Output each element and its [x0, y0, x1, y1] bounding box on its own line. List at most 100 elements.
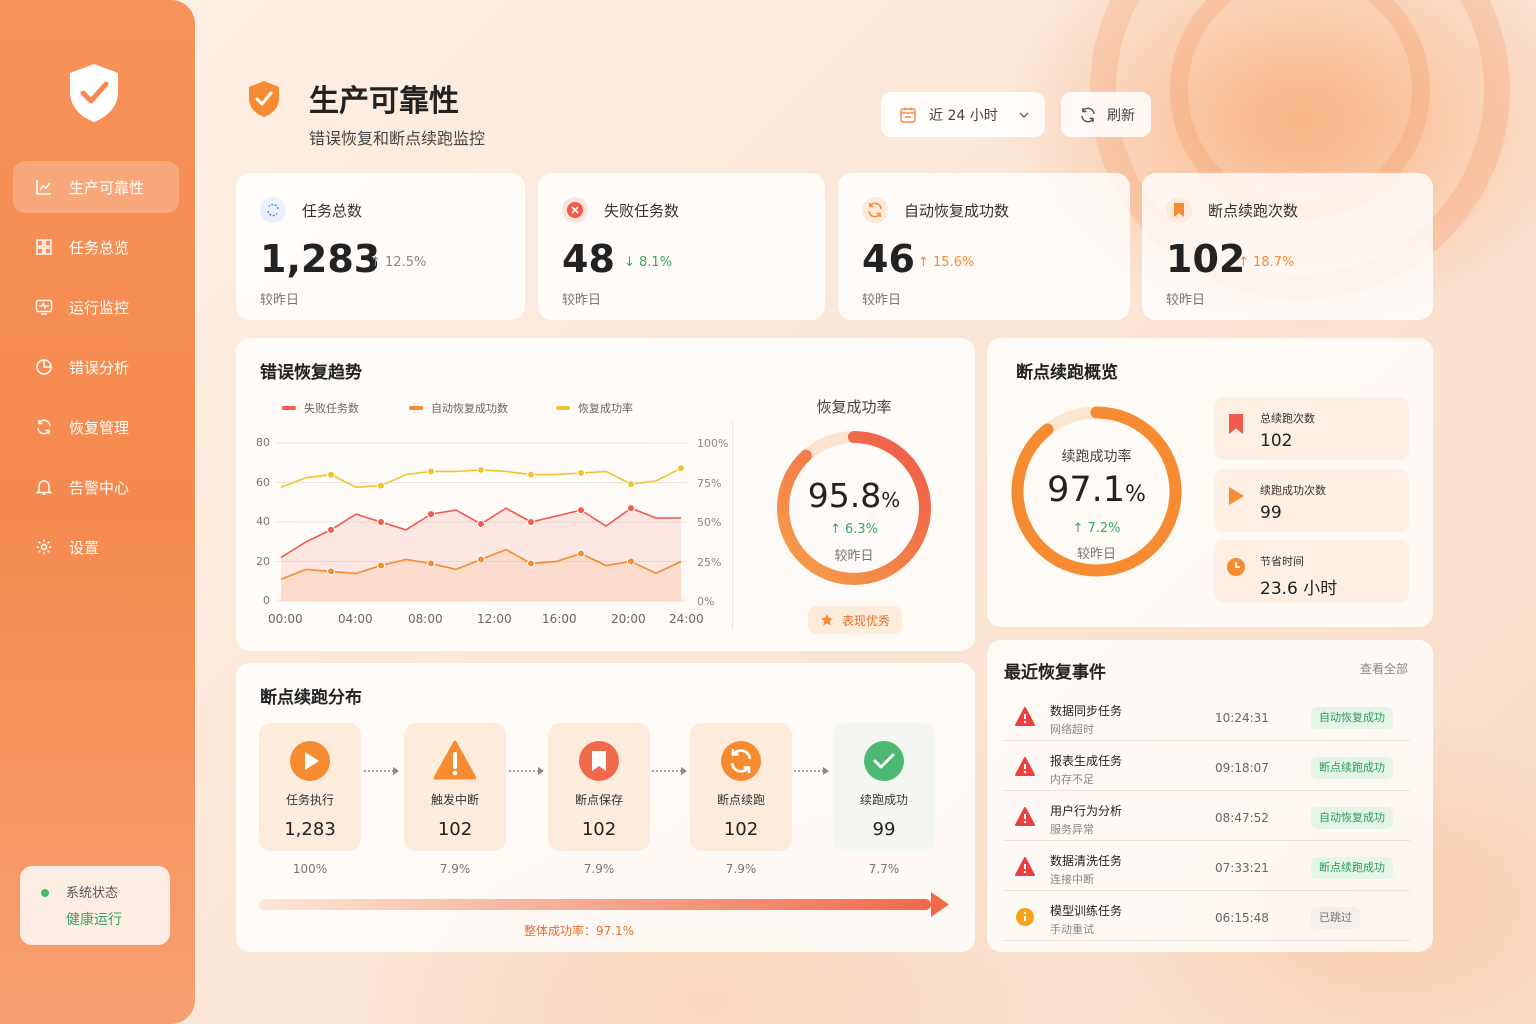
data-point[interactable]: [677, 464, 685, 473]
flow-step-pct: 100%: [292, 862, 328, 876]
data-point[interactable]: [527, 470, 535, 479]
flow-step-value: 1,283: [284, 819, 336, 840]
refresh-icon: [721, 741, 761, 781]
recovery-rate-unit: %: [881, 488, 901, 512]
event-row[interactable]: 模型训练任务 手动重试 06:15:48 已跳过: [1003, 895, 1410, 941]
event-desc: 手动重试: [1050, 923, 1094, 936]
data-point[interactable]: [577, 469, 585, 478]
performance-badge: 表现优秀: [808, 606, 902, 634]
overall-progress-arrow: [259, 892, 949, 917]
data-point[interactable]: [477, 465, 485, 474]
flow-step-label: 触发中断: [430, 793, 479, 807]
event-row[interactable]: 报表生成任务 内存不足 09:18:07 断点续跑成功: [1003, 745, 1410, 791]
event-status-badge: 断点续跑成功: [1311, 757, 1393, 779]
flow-step-pct: 7.9%: [725, 862, 757, 876]
event-desc: 内存不足: [1050, 773, 1094, 786]
flow-step-label: 断点保存: [574, 793, 623, 807]
info-icon: [1015, 907, 1035, 927]
breakpoint-item-label: 总续跑次数: [1260, 412, 1315, 425]
flow-arrow-icon: [794, 767, 829, 775]
play-icon: [290, 741, 330, 781]
flow-step-pct: 7.9%: [439, 862, 471, 876]
flow-step-pct: 7.7%: [868, 862, 900, 876]
flow-step-success: 续跑成功 99: [833, 723, 935, 851]
recovery-rate-value: 95.8%: [774, 476, 934, 515]
breakpoint-title: 断点续跑概览: [1016, 363, 1118, 383]
flow-arrow-icon: [652, 767, 687, 775]
event-time: 09:18:07: [1215, 761, 1269, 775]
overall-success-rate: 整体成功率：97.1%: [523, 924, 635, 938]
flow-step-label: 任务执行: [285, 793, 334, 807]
play-icon: [1229, 487, 1244, 505]
breakpoint-ring-label: 续跑成功率: [1061, 449, 1132, 465]
event-status-badge: 自动恢复成功: [1311, 707, 1393, 729]
event-desc: 网络超时: [1050, 723, 1094, 736]
event-name: 数据清洗任务: [1050, 854, 1123, 868]
data-point[interactable]: [627, 480, 635, 489]
breakpoint-item-success: 续跑成功次数 99: [1214, 469, 1409, 532]
flow-step-label: 断点续跑: [716, 793, 765, 807]
recovery-rate-change: ↑ 6.3%: [829, 522, 879, 537]
bookmark-icon: [579, 741, 619, 781]
chart-divider: [732, 420, 733, 630]
event-time: 08:47:52: [1215, 811, 1269, 825]
flow-step-execute: 任务执行 1,283: [259, 723, 361, 851]
breakpoint-rate-unit: %: [1125, 482, 1146, 507]
flow-step-value: 99: [872, 819, 896, 840]
error-icon: [1015, 707, 1035, 727]
event-time: 07:33:21: [1215, 861, 1269, 875]
view-all-link[interactable]: 查看全部: [1360, 660, 1408, 677]
breakpoint-sub: 较昨日: [1076, 547, 1116, 562]
check-icon: [864, 741, 904, 781]
event-desc: 连接中断: [1050, 873, 1094, 886]
event-time: 06:15:48: [1215, 911, 1269, 925]
breakpoint-rate-number: 97.1: [1047, 470, 1126, 510]
badge-label: 表现优秀: [841, 613, 890, 628]
event-desc: 服务异常: [1050, 823, 1094, 836]
distribution-title: 断点续跑分布: [260, 688, 362, 708]
event-row[interactable]: 用户行为分析 服务异常 08:47:52 自动恢复成功: [1003, 795, 1410, 841]
data-point[interactable]: [327, 470, 335, 479]
breakpoint-item-value: 23.6 小时: [1260, 579, 1338, 599]
flow-step-label: 续跑成功: [859, 793, 908, 807]
event-name: 模型训练任务: [1050, 904, 1123, 918]
breakpoint-item-label: 节省时间: [1260, 555, 1304, 568]
breakpoint-rate-value: 97.1%: [1009, 470, 1184, 510]
breakpoint-item-total: 总续跑次数 102: [1214, 397, 1409, 460]
flow-step-resume: 断点续跑 102: [690, 723, 792, 851]
flow-arrow-icon: [509, 767, 544, 775]
warning-icon: [434, 740, 476, 780]
recovery-rate-number: 95.8: [807, 476, 882, 515]
event-name: 数据同步任务: [1050, 704, 1123, 718]
clock-icon: [1227, 558, 1245, 576]
flow-step-value: 102: [581, 819, 617, 840]
breakpoint-item-value: 99: [1260, 503, 1282, 523]
events-title: 最近恢复事件: [1004, 663, 1106, 683]
event-row[interactable]: 数据清洗任务 连接中断 07:33:21 断点续跑成功: [1003, 845, 1410, 891]
event-status-badge: 断点续跑成功: [1311, 857, 1393, 879]
star-icon: [820, 614, 833, 626]
event-name: 用户行为分析: [1050, 804, 1123, 818]
breakpoint-change: ↑ 7.2%: [1072, 521, 1121, 536]
event-status-badge: 已跳过: [1311, 907, 1360, 929]
data-point[interactable]: [427, 467, 435, 476]
error-icon: [1015, 807, 1035, 827]
error-icon: [1015, 857, 1035, 877]
data-point[interactable]: [377, 481, 385, 490]
recovery-rate-title: 恢复成功率: [816, 398, 892, 416]
event-time: 10:24:31: [1215, 711, 1269, 725]
recovery-rate-sub: 较昨日: [834, 549, 874, 564]
event-name: 报表生成任务: [1050, 754, 1123, 768]
breakpoint-item-label: 续跑成功次数: [1260, 484, 1326, 497]
event-status-badge: 自动恢复成功: [1311, 807, 1393, 829]
event-row[interactable]: 数据同步任务 网络超时 10:24:31 自动恢复成功: [1003, 695, 1410, 741]
flow-step-pct: 7.9%: [583, 862, 615, 876]
breakpoint-item-value: 102: [1260, 431, 1293, 451]
error-icon: [1015, 757, 1035, 777]
series-area: [281, 468, 681, 601]
flow-step-interrupt: 触发中断 102: [404, 723, 506, 851]
flow-step-value: 102: [437, 819, 473, 840]
flow-step-value: 102: [723, 819, 759, 840]
flow-step-save: 断点保存 102: [548, 723, 650, 851]
breakpoint-item-time-saved: 节省时间 23.6 小时: [1214, 540, 1409, 603]
